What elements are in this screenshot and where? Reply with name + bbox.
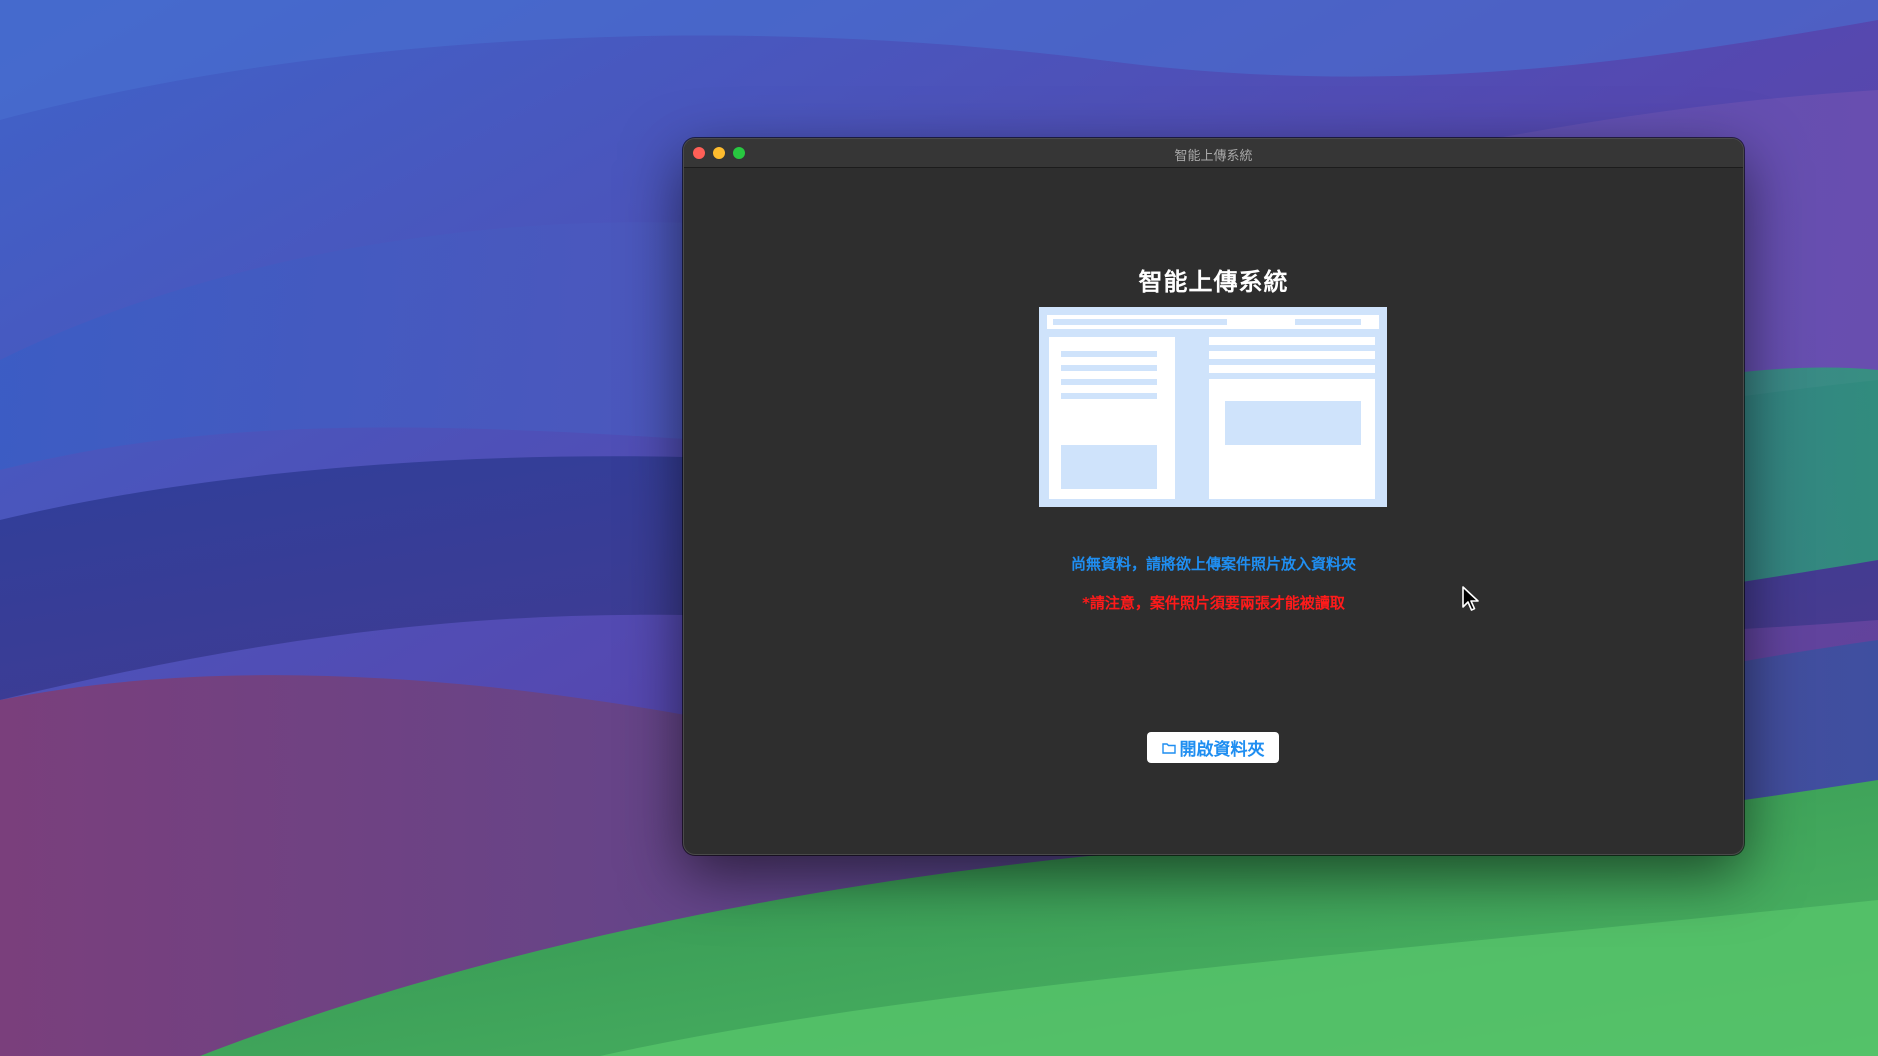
window-titlebar[interactable]: 智能上傳系統 (684, 139, 1743, 168)
app-window: 智能上傳系統 智能上傳系統 尚無資料，請將欲上傳案件照片放入資料夾 *請注意，案… (683, 138, 1744, 855)
document-layout-illustration-icon (1039, 307, 1387, 507)
page-title: 智能上傳系統 (1138, 268, 1289, 296)
window-title: 智能上傳系統 (1174, 149, 1253, 164)
mouse-pointer-icon (1462, 586, 1479, 611)
main-content: 智能上傳系統 尚無資料，請將欲上傳案件照片放入資料夾 *請注意，案件照片須要兩張… (684, 168, 1743, 854)
open-folder-button-label: 開啟資料夾 (1179, 740, 1265, 760)
empty-state-message: 尚無資料，請將欲上傳案件照片放入資料夾 (1070, 555, 1356, 573)
warning-message: *請注意，案件照片須要兩張才能被讀取 (1082, 594, 1345, 612)
desktop: 智能上傳系統 智能上傳系統 尚無資料，請將欲上傳案件照片放入資料夾 *請注意，案… (0, 0, 1878, 1056)
folder-icon (1161, 742, 1176, 754)
open-folder-button[interactable]: 開啟資料夾 (1147, 732, 1279, 763)
